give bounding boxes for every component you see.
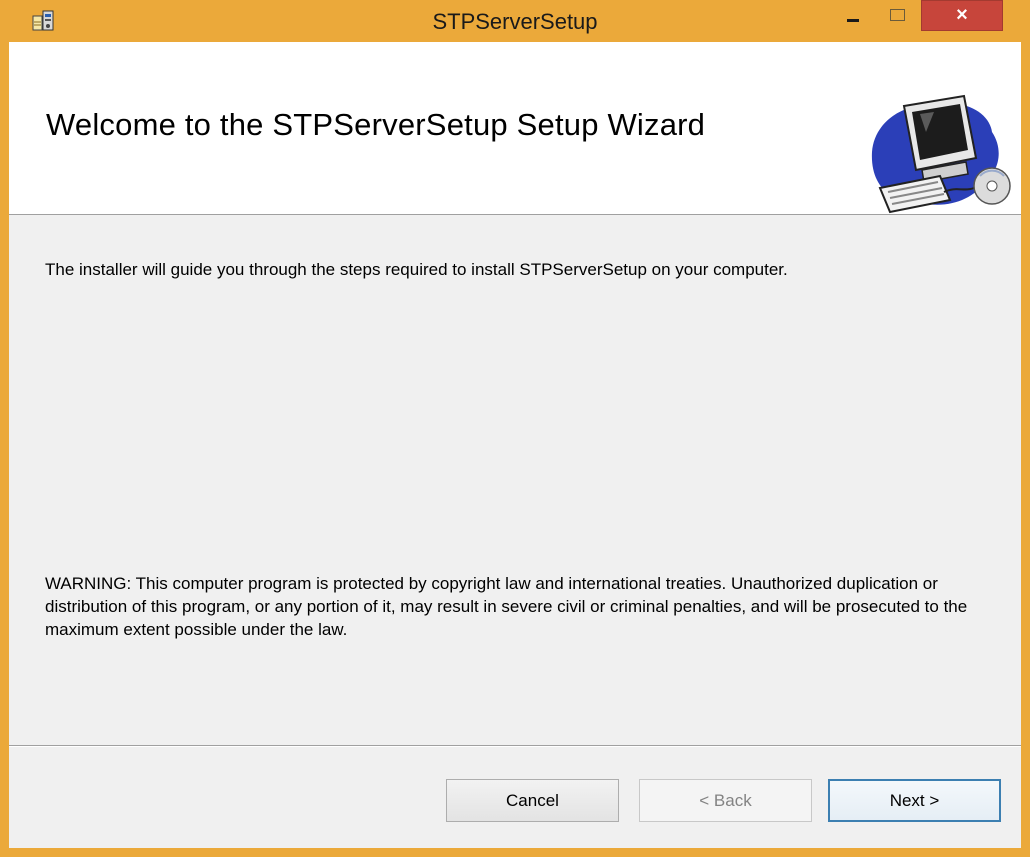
- title-bar[interactable]: STPServerSetup ×: [9, 0, 1021, 42]
- intro-text: The installer will guide you through the…: [45, 260, 788, 279]
- maximize-button[interactable]: [875, 0, 921, 30]
- computer-with-cd-icon: [864, 92, 1014, 214]
- close-button[interactable]: ×: [921, 0, 1003, 31]
- close-icon: ×: [956, 4, 968, 26]
- minimize-icon: [847, 19, 859, 22]
- next-button[interactable]: Next >: [828, 779, 1001, 822]
- footer-divider-highlight: [9, 746, 1021, 747]
- copyright-warning: WARNING: This computer program is protec…: [45, 574, 968, 639]
- installer-window: STPServerSetup × Welcome to the STPServe…: [0, 0, 1030, 857]
- wizard-banner: Welcome to the STPServerSetup Setup Wiza…: [9, 42, 1021, 215]
- back-button[interactable]: < Back: [639, 779, 812, 822]
- minimize-button[interactable]: [829, 0, 875, 30]
- maximize-icon: [890, 9, 905, 21]
- banner-title: Welcome to the STPServerSetup Setup Wiza…: [46, 107, 706, 142]
- cancel-button[interactable]: Cancel: [446, 779, 619, 822]
- wizard-content: Welcome to the STPServerSetup Setup Wiza…: [9, 42, 1021, 848]
